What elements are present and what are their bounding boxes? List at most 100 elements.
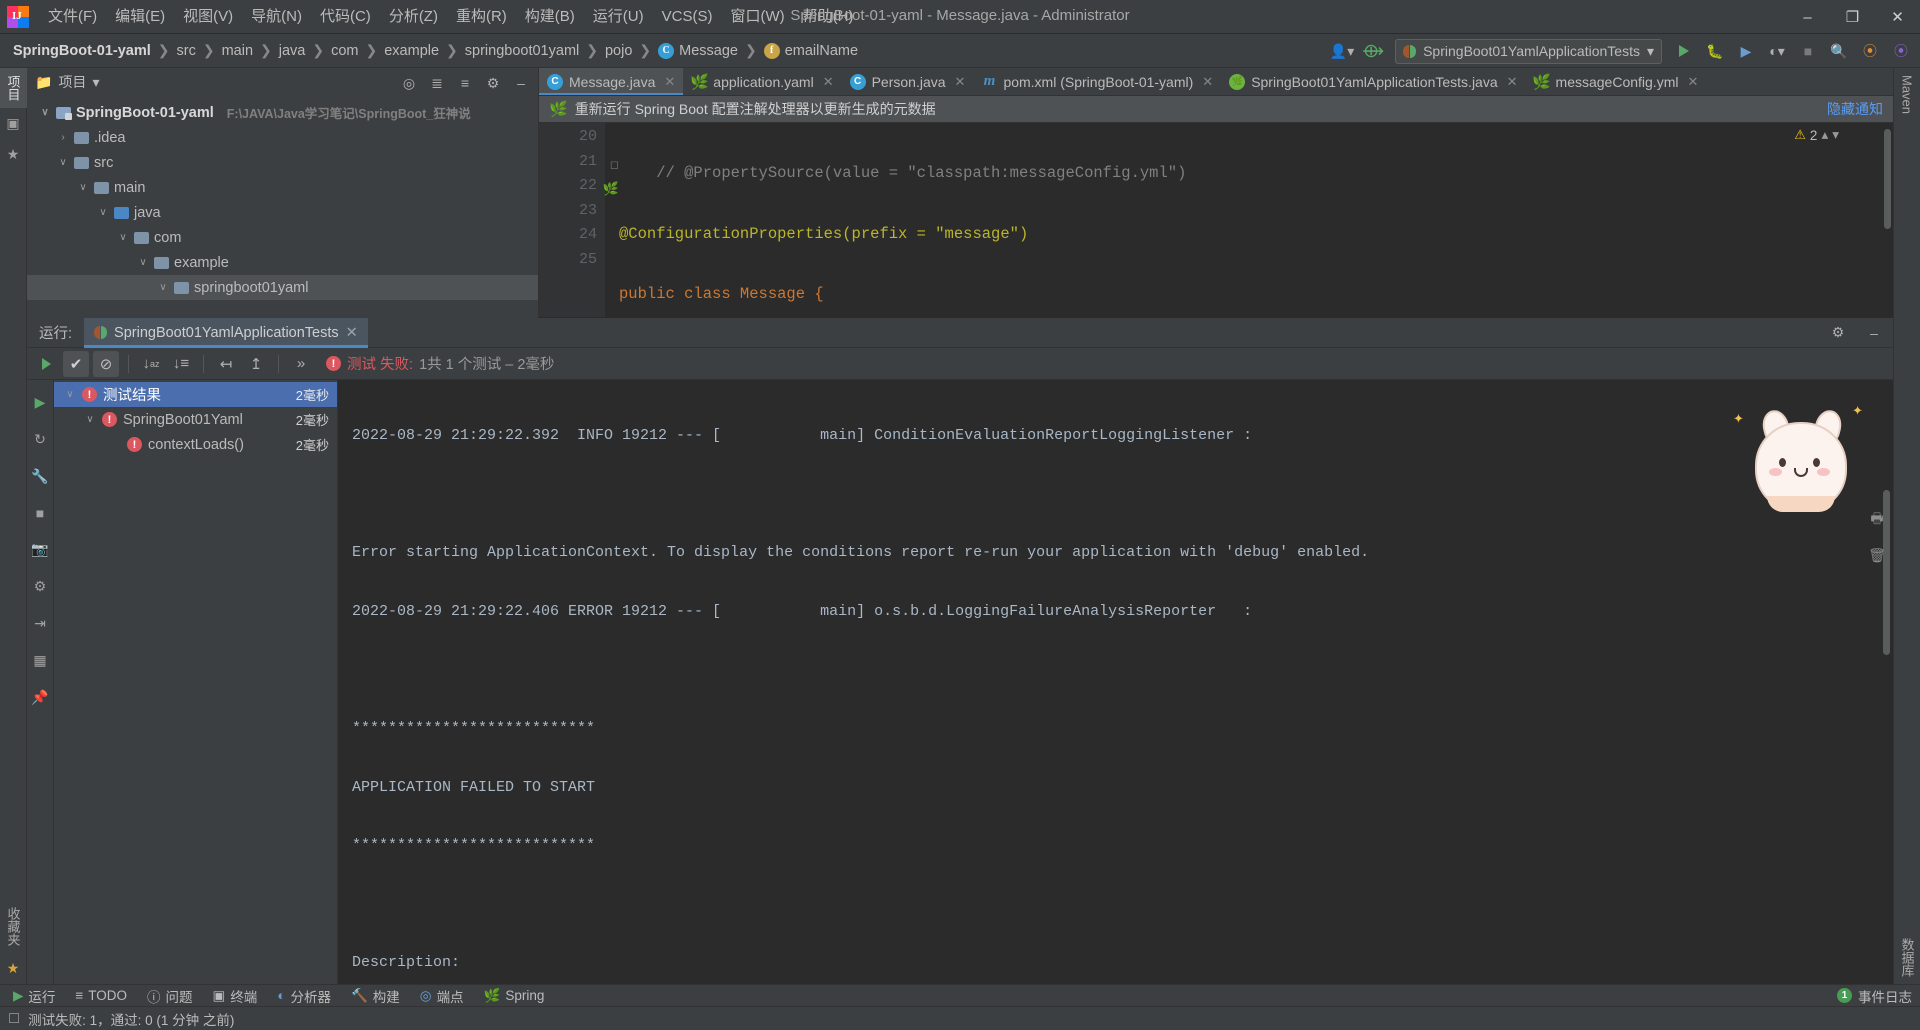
console-output[interactable]: 2022-08-29 21:29:22.392 INFO 19212 --- [… — [338, 380, 1893, 984]
debug-button[interactable]: 🐛 — [1702, 38, 1728, 64]
event-log-label[interactable]: 事件日志 — [1858, 986, 1912, 1006]
breadcrumb-item-com[interactable]: com — [328, 41, 361, 61]
profiler-button[interactable]: ◐▾ — [1764, 38, 1790, 64]
search-everywhere-icon[interactable]: 🔍 — [1826, 38, 1852, 64]
statusbar-tab-terminal[interactable]: ▣ 终端 — [204, 985, 267, 1007]
sort-alphabetically-button[interactable]: ↓ az — [138, 351, 164, 377]
tree-node-example[interactable]: ∨ example — [27, 250, 538, 275]
breadcrumb-item-emailname[interactable]: f emailName — [761, 41, 861, 61]
filter-icon[interactable]: ⚙ — [34, 578, 47, 595]
menu-file[interactable]: 文件(F) — [39, 4, 106, 30]
tree-node-com[interactable]: ∨ com — [27, 225, 538, 250]
tab-application-yaml[interactable]: 🌿 application.yaml ✕ — [683, 68, 841, 95]
chevron-down-icon[interactable]: ▾ — [92, 74, 99, 91]
close-icon[interactable]: ✕ — [823, 74, 834, 90]
collapse-all-icon[interactable]: ≡ — [452, 70, 478, 96]
collapse-all-button[interactable]: ↥ — [243, 351, 269, 377]
print-icon[interactable]: 🖶 — [1870, 508, 1883, 532]
chevron-icon[interactable]: ∨ — [157, 282, 169, 293]
rerun-failed-icon[interactable]: ▶ — [35, 394, 46, 411]
tree-node-main[interactable]: ∨ main — [27, 175, 538, 200]
menu-help[interactable]: 帮助(H) — [794, 4, 863, 30]
rerun-button[interactable] — [33, 351, 59, 377]
editor-scrollbar[interactable] — [1884, 129, 1891, 229]
hide-notification-link[interactable]: 隐藏通知 — [1827, 99, 1883, 119]
chevron-icon[interactable]: ∨ — [39, 107, 51, 118]
breadcrumb-item-main[interactable]: main — [219, 41, 256, 61]
tab-pom-xml[interactable]: m pom.xml (SpringBoot-01-yaml) ✕ — [973, 68, 1221, 95]
show-ignored-toggle[interactable]: ⊘ — [93, 350, 119, 377]
breadcrumb-item-example[interactable]: example — [381, 41, 442, 61]
pin-icon[interactable]: 📌 — [31, 689, 48, 706]
chevron-down-icon[interactable]: ▾ — [1832, 127, 1839, 143]
menu-view[interactable]: 视图(V) — [174, 4, 242, 30]
structure-icon[interactable]: ▣ — [6, 115, 19, 132]
close-icon[interactable]: ✕ — [955, 74, 966, 90]
run-configuration-selector[interactable]: SpringBoot01YamlApplicationTests ▾ — [1395, 38, 1662, 64]
more-actions-button[interactable]: » — [288, 351, 314, 377]
breadcrumb-item-pojo[interactable]: pojo — [602, 41, 635, 61]
chevron-icon[interactable]: ∨ — [137, 257, 149, 268]
sidebar-item-database[interactable]: 数据库 — [1894, 931, 1920, 984]
chevron-icon[interactable]: ∨ — [77, 182, 89, 193]
gear-icon[interactable]: ⚙ — [1825, 320, 1851, 346]
ide-assistant-icon[interactable]: ⦿ — [1888, 38, 1914, 64]
chevron-icon[interactable]: › — [57, 132, 69, 143]
tab-person-java[interactable]: C Person.java ✕ — [842, 68, 974, 95]
favorites-star-icon[interactable]: ★ — [7, 960, 20, 977]
statusbar-tab-run[interactable]: ▶ 运行 — [4, 985, 64, 1007]
close-icon[interactable]: ✕ — [346, 325, 358, 341]
settings-wrench-icon[interactable]: 🔧 — [31, 468, 48, 485]
close-button[interactable]: ✕ — [1875, 0, 1920, 34]
screenshot-icon[interactable]: 📷 — [31, 541, 48, 558]
tree-node-src[interactable]: ∨ src — [27, 150, 538, 175]
close-icon[interactable]: ✕ — [1507, 74, 1518, 90]
menu-vcs[interactable]: VCS(S) — [653, 4, 722, 30]
menu-code[interactable]: 代码(C) — [311, 4, 380, 30]
fold-marker-icon[interactable]: ◻ — [610, 154, 619, 179]
chevron-icon[interactable]: ∨ — [84, 414, 96, 425]
breadcrumb-item-project[interactable]: SpringBoot-01-yaml — [10, 41, 154, 61]
stop-button[interactable]: ■ — [1795, 38, 1821, 64]
export-icon[interactable]: ⇥ — [34, 615, 46, 632]
test-tree-node-method[interactable]: ! contextLoads() 2毫秒 — [54, 432, 337, 457]
statusbar-tab-spring[interactable]: 🌿 Spring — [475, 987, 554, 1005]
sort-by-duration-button[interactable]: ↓≡ — [168, 351, 194, 377]
sidebar-item-project[interactable]: 项目 — [0, 68, 27, 108]
layout-icon[interactable]: ▦ — [33, 652, 46, 669]
minimize-button[interactable]: – — [1785, 0, 1830, 34]
run-tab-springboot01yamlapplicationtests[interactable]: SpringBoot01YamlApplicationTests ✕ — [84, 317, 368, 348]
menu-refactor[interactable]: 重构(R) — [447, 4, 516, 30]
maximize-button[interactable]: ❐ — [1830, 0, 1875, 34]
sidebar-item-maven[interactable]: Maven — [1896, 68, 1919, 121]
chevron-icon[interactable]: ∨ — [97, 207, 109, 218]
breadcrumb-item-src[interactable]: src — [174, 41, 199, 61]
menu-window[interactable]: 窗口(W) — [721, 4, 793, 30]
menu-navigate[interactable]: 导航(N) — [242, 4, 311, 30]
menu-analyze[interactable]: 分析(Z) — [380, 4, 447, 30]
stop-icon[interactable]: ■ — [36, 505, 44, 521]
bookmarks-icon[interactable]: ★ — [7, 146, 20, 163]
expand-icon[interactable]: ≣ — [424, 70, 450, 96]
user-icon[interactable]: 👤▾ — [1329, 38, 1355, 64]
tab-message-java[interactable]: C Message.java ✕ — [539, 68, 684, 95]
statusbar-tab-problems[interactable]: ⓘ 问题 — [138, 985, 202, 1007]
statusbar-tab-profiler[interactable]: ◐ 分析器 — [268, 985, 340, 1007]
expand-all-button[interactable]: ↤ — [213, 351, 239, 377]
menu-run[interactable]: 运行(U) — [584, 4, 653, 30]
chevron-icon[interactable]: ∨ — [57, 157, 69, 168]
tree-node-project[interactable]: ∨ SpringBoot-01-yaml F:\JAVA\Java学习笔记\Sp… — [27, 100, 538, 125]
breadcrumb-item-java[interactable]: java — [276, 41, 309, 61]
clear-all-icon[interactable]: 🗑 — [1868, 548, 1886, 565]
tab-messageconfig-yml[interactable]: 🌿 messageConfig.yml ✕ — [1526, 68, 1707, 95]
spring-bean-gutter-icon[interactable]: 🌿 — [603, 178, 619, 203]
breadcrumb-item-message[interactable]: C Message — [655, 41, 741, 61]
vcs-update-icon[interactable]: ⟴ — [1360, 38, 1386, 64]
tab-springboot01yamlapplicationtests-java[interactable]: 🌿 SpringBoot01YamlApplicationTests.java … — [1221, 68, 1525, 95]
chevron-icon[interactable]: ∨ — [117, 232, 129, 243]
close-icon[interactable]: ✕ — [1202, 74, 1213, 90]
menu-edit[interactable]: 编辑(E) — [106, 4, 174, 30]
inspection-widget[interactable]: ⚠ 2 ▴ ▾ — [1794, 127, 1839, 143]
statusbar-tab-endpoints[interactable]: ◎ 端点 — [411, 985, 473, 1007]
statusbar-tab-todo[interactable]: ≡ TODO — [66, 987, 136, 1004]
